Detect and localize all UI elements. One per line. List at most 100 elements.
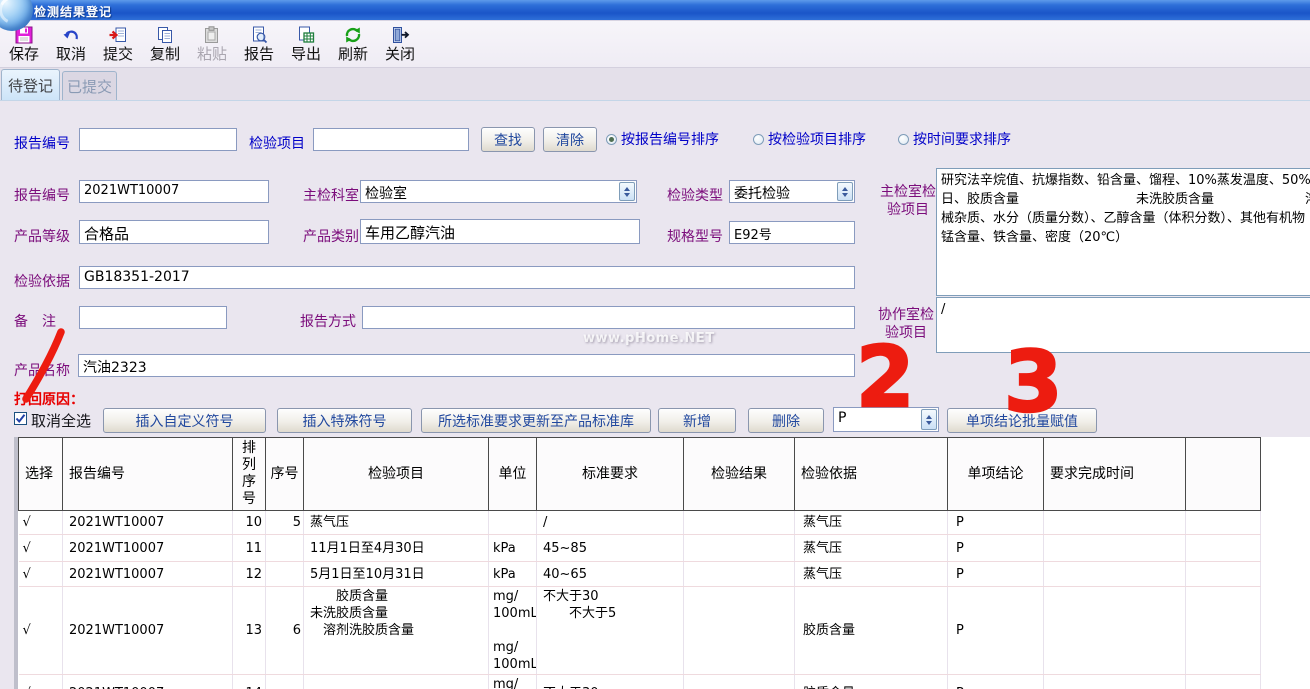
report-method-field[interactable] (362, 306, 855, 329)
row-unit[interactable]: mg/ 100mL (489, 675, 537, 689)
row-result[interactable] (684, 587, 795, 675)
tab-pending[interactable]: 待登记 (1, 69, 60, 100)
table-row[interactable]: √ 2021WT10007 12 5月1日至10月31日 kPa 40~65 蒸… (19, 562, 1310, 587)
row-due[interactable] (1044, 562, 1186, 587)
row-result[interactable] (684, 562, 795, 587)
add-button[interactable]: 新增 (658, 408, 736, 433)
row-check[interactable]: √ (19, 675, 63, 689)
row-result[interactable] (684, 535, 795, 562)
row-result[interactable] (684, 675, 795, 689)
col-header-item[interactable]: 检验项目 (304, 438, 489, 511)
row-seq[interactable] (266, 675, 304, 689)
col-header-report-no[interactable]: 报告编号 (63, 438, 233, 511)
row-due[interactable] (1044, 535, 1186, 562)
row-unit[interactable] (489, 511, 537, 535)
row-basis[interactable]: 蒸气压 (795, 562, 948, 587)
row-standard[interactable]: 不大于30 (537, 675, 684, 689)
col-header-order[interactable]: 排列序号 (233, 438, 266, 511)
row-seq[interactable] (266, 535, 304, 562)
main-items-textarea[interactable]: 研究法辛烷值、抗爆指数、铅含量、馏程、10%蒸发温度、50%蒸发温度 日、胶质含… (936, 168, 1310, 296)
row-unit[interactable]: mg/ 100mL mg/ 100mL (489, 587, 537, 675)
row-report-no[interactable]: 2021WT10007 (63, 587, 233, 675)
main-dept-select[interactable]: 检验室 (360, 180, 637, 203)
category-field[interactable]: 车用乙醇汽油 (360, 219, 640, 244)
row-check[interactable]: √ (19, 535, 63, 562)
row-standard[interactable]: 不大于30 不大于5 (537, 587, 684, 675)
row-report-no[interactable]: 2021WT10007 (63, 562, 233, 587)
spinner-icon[interactable] (837, 182, 853, 201)
product-name-field[interactable]: 汽油2323 (78, 354, 855, 377)
row-report-no[interactable]: 2021WT10007 (63, 511, 233, 535)
report-no-field[interactable]: 2021WT10007 (79, 180, 269, 203)
tab-submitted[interactable]: 已提交 (62, 71, 117, 100)
export-button[interactable]: 导出 (286, 24, 326, 66)
row-conclusion[interactable]: P (948, 587, 1044, 675)
row-item[interactable]: 11月1日至4月30日 (304, 535, 489, 562)
sort-by-report-no-radio[interactable]: 按报告编号排序 (606, 130, 719, 148)
row-seq[interactable] (266, 562, 304, 587)
row-conclusion[interactable]: P (948, 675, 1044, 689)
row-standard[interactable]: / (537, 511, 684, 535)
row-conclusion[interactable]: P (948, 562, 1044, 587)
remark-field[interactable] (79, 306, 227, 329)
row-order[interactable]: 13 (233, 587, 266, 675)
row-due[interactable] (1044, 511, 1186, 535)
col-header-result[interactable]: 检验结果 (684, 438, 795, 511)
search-item-input[interactable] (313, 128, 469, 151)
row-check[interactable]: √ (19, 511, 63, 535)
col-header-conclusion[interactable]: 单项结论 (948, 438, 1044, 511)
close-button[interactable]: 关闭 (380, 24, 420, 66)
row-conclusion[interactable]: P (948, 511, 1044, 535)
row-unit[interactable]: kPa (489, 535, 537, 562)
row-seq[interactable]: 6 (266, 587, 304, 675)
submit-button[interactable]: 提交 (98, 24, 138, 66)
row-standard[interactable]: 45~85 (537, 535, 684, 562)
row-order[interactable]: 14 (233, 675, 266, 689)
table-row[interactable]: √ 2021WT10007 10 5 蒸气压 / 蒸气压 P (19, 511, 1310, 535)
row-order[interactable]: 11 (233, 535, 266, 562)
col-header-basis[interactable]: 检验依据 (795, 438, 948, 511)
row-basis[interactable]: 蒸气压 (795, 535, 948, 562)
sort-by-time-radio[interactable]: 按时间要求排序 (898, 130, 1011, 148)
paste-button[interactable]: 粘贴 (192, 24, 232, 66)
delete-button[interactable]: 删除 (748, 408, 824, 433)
col-header-standard[interactable]: 标准要求 (537, 438, 684, 511)
col-header-unit[interactable]: 单位 (489, 438, 537, 511)
row-check[interactable]: √ (19, 562, 63, 587)
row-result[interactable] (684, 511, 795, 535)
row-order[interactable]: 12 (233, 562, 266, 587)
find-button[interactable]: 查找 (481, 127, 535, 152)
insert-custom-symbol-button[interactable]: 插入自定义符号 (103, 408, 266, 433)
copy-button[interactable]: 复制 (145, 24, 185, 66)
row-conclusion[interactable]: P (948, 535, 1044, 562)
row-item[interactable] (304, 675, 489, 689)
select-all-checkbox[interactable] (14, 412, 27, 425)
row-standard[interactable]: 40~65 (537, 562, 684, 587)
spec-model-field[interactable]: E92号 (729, 221, 855, 244)
search-report-no-input[interactable] (79, 128, 237, 151)
col-header-select[interactable]: 选择 (19, 438, 63, 511)
row-item[interactable]: 5月1日至10月31日 (304, 562, 489, 587)
spinner-icon[interactable] (619, 182, 635, 201)
row-report-no[interactable]: 2021WT10007 (63, 535, 233, 562)
report-button[interactable]: 报告 (239, 24, 279, 66)
row-seq[interactable]: 5 (266, 511, 304, 535)
row-basis[interactable]: 胶质含量 (795, 675, 948, 689)
conclusion-select[interactable]: P (833, 407, 939, 432)
col-header-due[interactable]: 要求完成时间 (1044, 438, 1186, 511)
table-row[interactable]: √ 2021WT10007 14 mg/ 100mL 不大于30 胶质含量 P (19, 675, 1310, 689)
batch-assign-button[interactable]: 单项结论批量赋值 (947, 408, 1097, 433)
row-due[interactable] (1044, 675, 1186, 689)
basis-field[interactable]: GB18351-2017 (79, 266, 855, 289)
clear-button[interactable]: 清除 (543, 127, 597, 152)
undo-button[interactable]: 取消 (51, 24, 91, 66)
col-header-seq[interactable]: 序号 (266, 438, 304, 511)
update-standard-button[interactable]: 所选标准要求更新至产品标准库 (421, 408, 651, 433)
inspect-type-select[interactable]: 委托检验 (729, 180, 855, 203)
table-row[interactable]: √ 2021WT10007 13 6 胶质含量 未洗胶质含量 溶剂洗胶质含量 m… (19, 587, 1310, 675)
spinner-icon[interactable] (921, 409, 937, 430)
row-due[interactable] (1044, 587, 1186, 675)
table-row[interactable]: √ 2021WT10007 11 11月1日至4月30日 kPa 45~85 蒸… (19, 535, 1310, 562)
row-basis[interactable]: 胶质含量 (795, 587, 948, 675)
row-item[interactable]: 蒸气压 (304, 511, 489, 535)
